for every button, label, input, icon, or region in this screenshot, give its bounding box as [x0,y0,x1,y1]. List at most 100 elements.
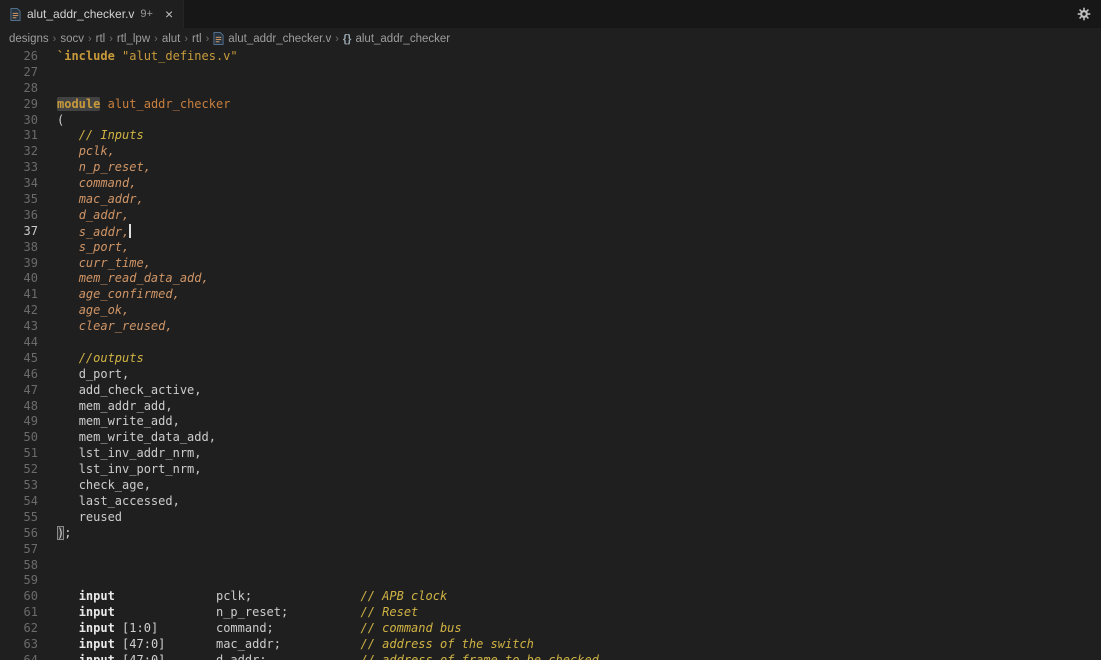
line-content [38,335,57,351]
code-line-41[interactable]: 41 age_confirmed, [0,287,1101,303]
code-line-45[interactable]: 45 //outputs [0,351,1101,367]
code-token: ( [57,113,64,127]
editor-window: alut_addr_checker.v 9+ × designs›socv›rt… [0,0,1101,660]
code-line-58[interactable]: 58 [0,558,1101,574]
symbol-braces-icon: {} [343,33,352,45]
breadcrumb-item-alut_addr_checker.v[interactable]: alut_addr_checker.v [213,32,331,45]
code-line-62[interactable]: 62 input [1:0] command; // command bus [0,621,1101,637]
code-token: clear_reused, [79,319,173,333]
code-token [115,589,216,603]
line-number: 57 [0,542,38,558]
code-token: // address of frame to be checked [360,653,598,660]
breadcrumb-item-alut[interactable]: alut [162,33,181,45]
line-content: command, [38,176,136,192]
code-token: s_addr, [79,225,130,239]
code-line-30[interactable]: 30( [0,113,1101,129]
code-line-36[interactable]: 36 d_addr, [0,208,1101,224]
line-number: 60 [0,589,38,605]
code-token: mem_write_add, [79,414,180,428]
code-line-27[interactable]: 27 [0,65,1101,81]
code-line-60[interactable]: 60 input pclk; // APB clock [0,589,1101,605]
code-line-63[interactable]: 63 input [47:0] mac_addr; // address of … [0,637,1101,653]
code-line-43[interactable]: 43 clear_reused, [0,319,1101,335]
line-content: d_port, [38,367,129,383]
code-token: mem_read_data_add, [79,271,209,285]
code-token [57,637,79,651]
breadcrumb-item-socv[interactable]: socv [60,33,84,45]
code-line-32[interactable]: 32 pclk, [0,144,1101,160]
code-line-49[interactable]: 49 mem_write_add, [0,414,1101,430]
code-line-51[interactable]: 51 lst_inv_addr_nrm, [0,446,1101,462]
line-number: 31 [0,128,38,144]
code-token [57,303,79,317]
breadcrumb-label: rtl_lpw [117,33,150,45]
code-line-37[interactable]: 37 s_addr, [0,224,1101,240]
line-number: 43 [0,319,38,335]
line-content: clear_reused, [38,319,173,335]
breadcrumb-separator: › [53,33,57,45]
line-number: 49 [0,414,38,430]
code-line-64[interactable]: 64 input [47:0] d_addr; // address of fr… [0,653,1101,660]
code-line-34[interactable]: 34 command, [0,176,1101,192]
code-line-55[interactable]: 55 reused [0,510,1101,526]
code-token [57,478,79,492]
code-line-26[interactable]: 26`include "alut_defines.v" [0,49,1101,65]
line-content: mem_write_data_add, [38,430,216,446]
code-line-56[interactable]: 56); [0,526,1101,542]
verilog-file-icon [213,32,224,45]
code-token [115,605,216,619]
line-content: d_addr, [38,208,129,224]
code-token [57,621,79,635]
line-content: input pclk; // APB clock [38,589,447,605]
code-line-38[interactable]: 38 s_port, [0,240,1101,256]
line-number: 46 [0,367,38,383]
line-content: s_addr, [38,224,131,240]
code-editor[interactable]: 26`include "alut_defines.v"272829module … [0,49,1101,660]
code-token: `include [57,49,115,63]
code-token [57,351,79,365]
code-line-53[interactable]: 53 check_age, [0,478,1101,494]
code-line-29[interactable]: 29module alut_addr_checker [0,97,1101,113]
breadcrumb-item-rtl_lpw[interactable]: rtl_lpw [117,33,150,45]
code-line-52[interactable]: 52 lst_inv_port_nrm, [0,462,1101,478]
line-number: 40 [0,271,38,287]
code-line-57[interactable]: 57 [0,542,1101,558]
code-line-44[interactable]: 44 [0,335,1101,351]
code-token: pclk; [216,589,252,603]
code-line-42[interactable]: 42 age_ok, [0,303,1101,319]
code-line-48[interactable]: 48 mem_addr_add, [0,399,1101,415]
code-line-61[interactable]: 61 input n_p_reset; // Reset [0,605,1101,621]
code-token: check_age, [79,478,151,492]
breadcrumb-item-rtl[interactable]: rtl [192,33,202,45]
breadcrumb-item-alut_addr_checker[interactable]: {}alut_addr_checker [343,33,450,45]
code-line-47[interactable]: 47 add_check_active, [0,383,1101,399]
code-line-31[interactable]: 31 // Inputs [0,128,1101,144]
code-token: mem_addr_add, [79,399,173,413]
tab-close-icon[interactable]: × [165,7,173,21]
code-token [288,605,360,619]
line-content: add_check_active, [38,383,202,399]
line-number: 62 [0,621,38,637]
breadcrumb-item-designs[interactable]: designs [9,33,49,45]
tab-alut-addr-checker[interactable]: alut_addr_checker.v 9+ × [0,0,184,28]
code-line-46[interactable]: 46 d_port, [0,367,1101,383]
code-line-28[interactable]: 28 [0,81,1101,97]
code-line-33[interactable]: 33 n_p_reset, [0,160,1101,176]
settings-gear-icon[interactable] [1077,7,1091,21]
code-line-35[interactable]: 35 mac_addr, [0,192,1101,208]
line-number: 64 [0,653,38,660]
line-content: check_age, [38,478,151,494]
code-line-50[interactable]: 50 mem_write_data_add, [0,430,1101,446]
code-token [100,97,107,111]
code-line-54[interactable]: 54 last_accessed, [0,494,1101,510]
line-number: 55 [0,510,38,526]
code-token [57,176,79,190]
code-line-39[interactable]: 39 curr_time, [0,256,1101,272]
verilog-file-icon [10,8,21,21]
line-content: module alut_addr_checker [38,97,230,113]
breadcrumb-item-rtl[interactable]: rtl [96,33,106,45]
line-content: ( [38,113,64,129]
code-token [57,367,79,381]
code-line-59[interactable]: 59 [0,573,1101,589]
code-line-40[interactable]: 40 mem_read_data_add, [0,271,1101,287]
